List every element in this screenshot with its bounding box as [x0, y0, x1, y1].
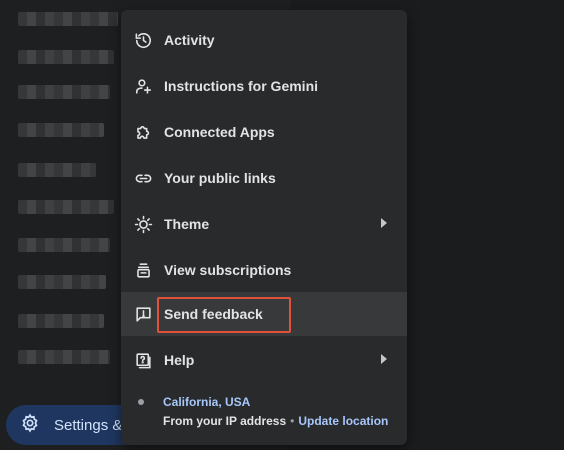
location-source: From your IP address: [163, 414, 287, 428]
recent-item-redacted[interactable]: [18, 350, 110, 364]
separator-dot: •: [290, 414, 295, 428]
menu-item-theme[interactable]: Theme: [121, 202, 407, 246]
menu-item-activity[interactable]: Activity: [121, 18, 407, 62]
recent-item-redacted[interactable]: [18, 238, 110, 252]
recent-item-redacted[interactable]: [18, 50, 114, 64]
recent-item-redacted[interactable]: [18, 314, 104, 328]
chevron-right-icon: [381, 354, 387, 364]
recent-item-redacted[interactable]: [18, 12, 118, 26]
history-icon: [133, 30, 153, 50]
location-place: California, USA: [163, 395, 251, 409]
feedback-icon: [133, 304, 153, 324]
recent-item-redacted[interactable]: [18, 123, 104, 137]
recent-item-redacted[interactable]: [18, 200, 114, 214]
location-info: California, USA From your IP address • Upd…: [121, 390, 407, 445]
recent-item-redacted[interactable]: [18, 275, 106, 289]
menu-item-label: Send feedback: [164, 306, 263, 322]
location-source-line: From your IP address • Update location: [163, 414, 388, 428]
menu-item-label: View subscriptions: [164, 262, 292, 278]
menu-item-help[interactable]: Help: [121, 338, 407, 382]
puzzle-icon: [133, 122, 153, 142]
menu-item-public-links[interactable]: Your public links: [121, 156, 407, 200]
menu-item-label: Instructions for Gemini: [164, 78, 319, 94]
update-location-link[interactable]: Update location: [298, 414, 388, 428]
settings-menu: Activity Instructions for Gemini Connect…: [121, 10, 407, 445]
recent-item-redacted[interactable]: [18, 85, 110, 99]
gear-icon: [20, 412, 40, 438]
help-icon: [133, 350, 153, 370]
menu-item-label: Activity: [164, 32, 215, 48]
menu-item-label: Connected Apps: [164, 124, 275, 140]
person-add-icon: [133, 76, 153, 96]
settings-label: Settings &: [54, 416, 123, 434]
chevron-right-icon: [381, 218, 387, 228]
menu-item-instructions[interactable]: Instructions for Gemini: [121, 64, 407, 108]
location-dot-icon: [138, 399, 144, 405]
link-icon: [133, 168, 153, 188]
subscriptions-icon: [133, 260, 153, 280]
menu-item-subscriptions[interactable]: View subscriptions: [121, 248, 407, 292]
recent-item-redacted[interactable]: [18, 163, 96, 177]
brightness-icon: [133, 214, 153, 234]
menu-item-label: Your public links: [164, 170, 276, 186]
menu-item-label: Theme: [164, 216, 210, 232]
menu-item-label: Help: [164, 352, 195, 368]
menu-item-connected-apps[interactable]: Connected Apps: [121, 110, 407, 154]
menu-item-send-feedback[interactable]: Send feedback: [121, 292, 407, 336]
